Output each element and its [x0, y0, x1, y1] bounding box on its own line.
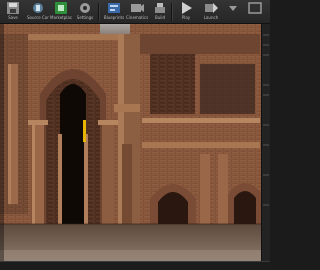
- panel-row: [263, 94, 269, 96]
- toolbar-cinematics-label: Cinematics: [126, 15, 148, 20]
- settings-icon: [80, 3, 90, 13]
- chevron-down-icon: [229, 6, 237, 11]
- panel-row: [263, 44, 269, 46]
- marketplace-icon: [55, 2, 67, 14]
- launch-icon: [205, 3, 218, 13]
- toolbar-settings-label: Settings: [76, 15, 94, 20]
- toolbar-settings-button[interactable]: Settings: [74, 1, 96, 23]
- status-bar: [0, 261, 270, 270]
- toolbar-launch-button[interactable]: Launch: [200, 1, 222, 23]
- toolbar-source-control-label: Source Control: [27, 15, 49, 20]
- toolbar-extra-button[interactable]: [245, 1, 265, 23]
- toolbar-build-button[interactable]: Build: [149, 1, 171, 23]
- toolbar-blueprints-label: Blueprints: [103, 15, 125, 20]
- editor-window: Save Source Control Marketplace Settings…: [0, 0, 270, 270]
- left-wall: [0, 34, 28, 214]
- build-icon: [155, 3, 165, 13]
- toolbar-marketplace-button[interactable]: Marketplace: [50, 1, 72, 23]
- toolbar-separator: [171, 3, 173, 21]
- play-icon: [182, 2, 192, 14]
- save-icon: [7, 2, 19, 14]
- details-panel-strip[interactable]: [261, 24, 270, 262]
- panel-row: [263, 34, 269, 36]
- cinematics-icon: [131, 4, 144, 12]
- toolbar-save-button[interactable]: Save: [2, 1, 24, 23]
- viewport-left-edge: [0, 24, 4, 262]
- panel-row: [263, 204, 269, 206]
- right-facade: [140, 34, 262, 244]
- toolbar-separator: [98, 3, 100, 21]
- toolbar-play-button[interactable]: Play: [175, 1, 197, 23]
- toolbar-more-button[interactable]: [226, 1, 240, 23]
- toolbar-build-label: Build: [154, 15, 166, 20]
- level-viewport[interactable]: [0, 24, 270, 262]
- panel-row: [263, 144, 269, 146]
- toolbar-source-control-button[interactable]: Source Control: [27, 1, 49, 23]
- panel-row: [263, 54, 269, 56]
- panel-row: [263, 84, 269, 86]
- toolbar-save-label: Save: [8, 15, 18, 20]
- scene-render: [0, 24, 270, 262]
- toolbar-play-label: Play: [181, 15, 191, 20]
- window-icon: [248, 2, 262, 14]
- main-toolbar: Save Source Control Marketplace Settings…: [0, 0, 270, 24]
- blueprints-icon: [108, 3, 120, 13]
- toolbar-blueprints-button[interactable]: Blueprints: [103, 1, 125, 23]
- central-arch: [28, 34, 118, 234]
- toolbar-cinematics-button[interactable]: Cinematics: [126, 1, 148, 23]
- toolbar-marketplace-label: Marketplace: [50, 15, 72, 20]
- center-pillar: [114, 34, 144, 244]
- torch-light: [83, 120, 86, 142]
- toolbar-launch-label: Launch: [203, 15, 219, 20]
- panel-row: [263, 124, 269, 126]
- panel-row: [263, 174, 269, 176]
- source-control-icon: [33, 3, 43, 13]
